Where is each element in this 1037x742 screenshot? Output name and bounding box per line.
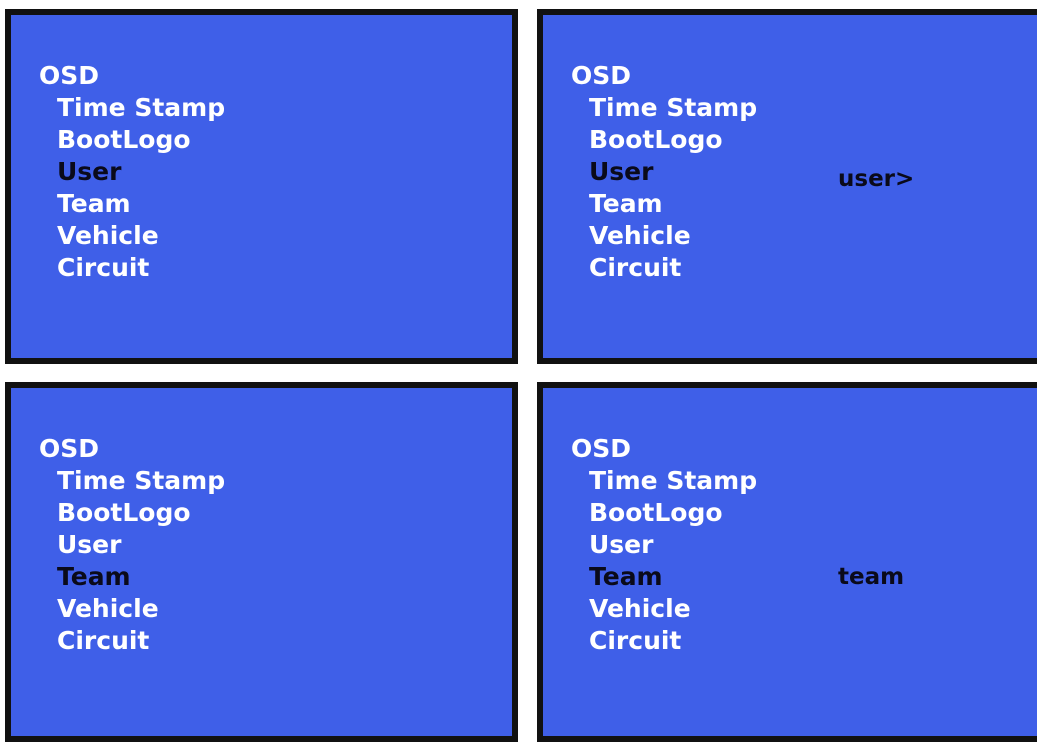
team-input-prompt[interactable]: team: [838, 564, 904, 590]
osd-menu-title: OSD: [39, 434, 100, 463]
menu-item-bootlogo[interactable]: BootLogo: [39, 124, 225, 156]
menu-item-vehicle[interactable]: Vehicle: [571, 220, 757, 252]
menu-item-team[interactable]: Team: [571, 188, 757, 220]
menu-item-time-stamp[interactable]: Time Stamp: [571, 465, 757, 497]
osd-menu-title: OSD: [39, 61, 100, 90]
menu-item-circuit[interactable]: Circuit: [39, 625, 225, 657]
osd-screen-4: OSD Time Stamp BootLogo User Team Vehicl…: [537, 382, 1037, 742]
menu-item-bootlogo[interactable]: BootLogo: [571, 124, 757, 156]
osd-menu-title: OSD: [571, 434, 632, 463]
menu-item-vehicle[interactable]: Vehicle: [571, 593, 757, 625]
menu-item-team[interactable]: Team: [39, 561, 225, 593]
menu-item-bootlogo[interactable]: BootLogo: [571, 497, 757, 529]
osd-screen-3: OSD Time Stamp BootLogo User Team Vehicl…: [5, 382, 518, 742]
menu-item-user[interactable]: User: [39, 156, 225, 188]
user-input-prompt[interactable]: user>: [838, 166, 914, 192]
menu-item-vehicle[interactable]: Vehicle: [39, 593, 225, 625]
menu-item-user[interactable]: User: [39, 529, 225, 561]
osd-menu-title: OSD: [571, 61, 632, 90]
menu-item-team[interactable]: Team: [39, 188, 225, 220]
menu-item-user[interactable]: User: [571, 156, 757, 188]
menu-item-circuit[interactable]: Circuit: [39, 252, 225, 284]
menu-item-vehicle[interactable]: Vehicle: [39, 220, 225, 252]
osd-menu: OSD Time Stamp BootLogo User Team Vehicl…: [39, 433, 225, 657]
osd-menu: OSD Time Stamp BootLogo User Team Vehicl…: [571, 60, 757, 284]
menu-item-user[interactable]: User: [571, 529, 757, 561]
menu-item-circuit[interactable]: Circuit: [571, 252, 757, 284]
menu-item-time-stamp[interactable]: Time Stamp: [39, 465, 225, 497]
osd-menu: OSD Time Stamp BootLogo User Team Vehicl…: [39, 60, 225, 284]
osd-screen-1: OSD Time Stamp BootLogo User Team Vehicl…: [5, 9, 518, 364]
osd-menu: OSD Time Stamp BootLogo User Team Vehicl…: [571, 433, 757, 657]
osd-screen-2: OSD Time Stamp BootLogo User Team Vehicl…: [537, 9, 1037, 364]
menu-item-circuit[interactable]: Circuit: [571, 625, 757, 657]
menu-item-time-stamp[interactable]: Time Stamp: [571, 92, 757, 124]
menu-item-bootlogo[interactable]: BootLogo: [39, 497, 225, 529]
menu-item-team[interactable]: Team: [571, 561, 757, 593]
menu-item-time-stamp[interactable]: Time Stamp: [39, 92, 225, 124]
